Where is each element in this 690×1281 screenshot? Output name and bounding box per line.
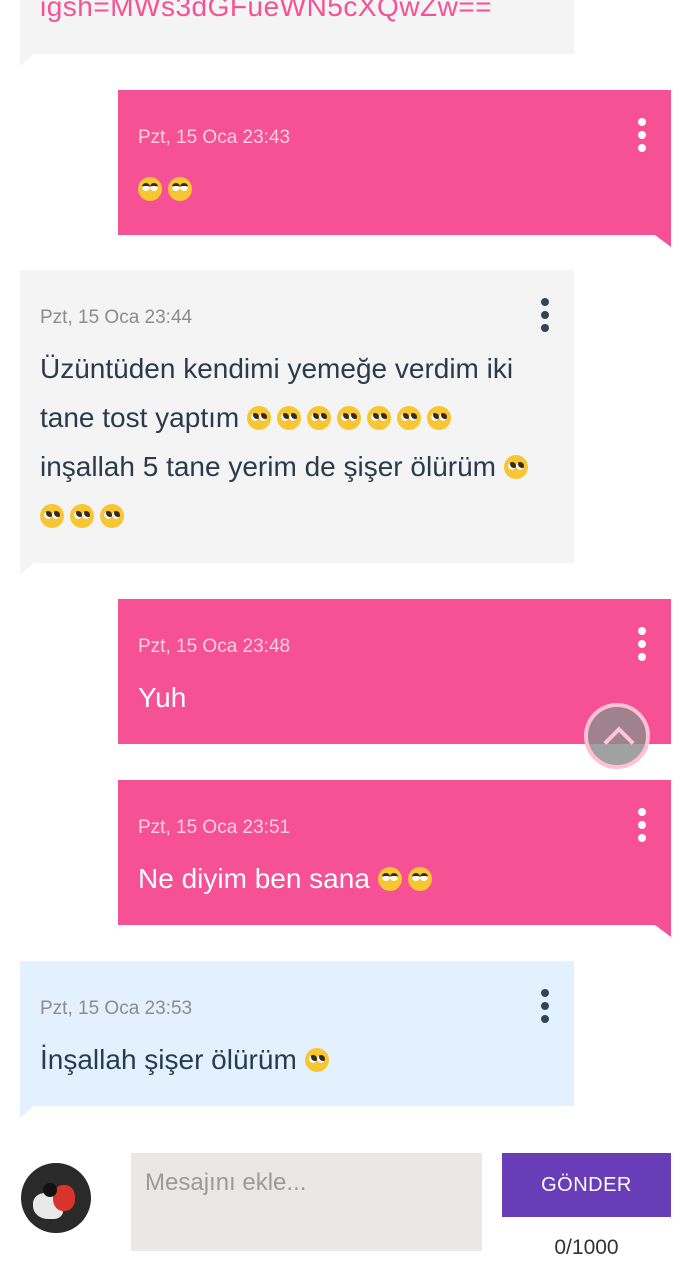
pleading-emoji-icon: [307, 406, 331, 430]
message-menu-icon[interactable]: [538, 989, 552, 1023]
message-input[interactable]: [131, 1153, 482, 1251]
pleading-emoji-icon: [397, 406, 421, 430]
message-text-line: Ne diyim ben sana: [138, 863, 370, 894]
message-menu-icon[interactable]: [538, 298, 552, 332]
character-counter: 0/1000: [554, 1236, 619, 1259]
message-text: [138, 164, 631, 213]
message-timestamp: Pzt, 15 Oca 23:48: [138, 636, 291, 657]
message-text: İnşallah şişer ölürüm: [40, 1035, 534, 1084]
message-timestamp: Pzt, 15 Oca 23:43: [138, 127, 291, 148]
message-menu-icon[interactable]: [635, 808, 649, 842]
pleading-emoji-icon: [304, 1048, 329, 1072]
message-text: Ne diyim ben sana: [138, 854, 631, 903]
message-text: Üzüntüden kendimi yemeğe verdim iki tane…: [40, 344, 534, 540]
pleading-emoji-icon: [427, 406, 451, 430]
message-timestamp: Pzt, 15 Oca 23:51: [138, 817, 291, 838]
bubble-tail: [20, 563, 34, 575]
pleading-emoji-icon: [337, 406, 361, 430]
pleading-emoji-icon: [40, 504, 64, 528]
bubble-tail: [655, 235, 671, 247]
message-menu-icon[interactable]: [635, 627, 649, 661]
message-text-line: İnşallah şişer ölürüm: [40, 1044, 297, 1075]
eyeroll-emoji-icon: [407, 867, 432, 891]
message-bubble-outgoing: Pzt, 15 Oca 23:51 Ne diyim ben sana: [118, 780, 671, 937]
bubble-tail: [20, 1106, 34, 1118]
pleading-emoji-icon: [503, 455, 528, 479]
chevron-up-icon: [603, 726, 635, 758]
pleading-emoji-icon: [277, 406, 301, 430]
user-avatar: [21, 1163, 91, 1233]
pleading-emoji-icon: [70, 504, 94, 528]
message-bubble-incoming-highlighted: Pzt, 15 Oca 23:53 İnşallah şişer ölürüm: [20, 961, 574, 1118]
bubble-tail: [20, 54, 34, 66]
message-bubble-incoming: Pzt, 15 Oca 23:44 Üzüntüden kendimi yeme…: [20, 270, 574, 575]
message-text: Yuh: [138, 682, 187, 713]
pleading-emoji-icon: [100, 504, 124, 528]
message-link-text[interactable]: igsh=MWs3dGFueWN5cXQwZw==: [40, 0, 492, 22]
message-text-line: inşallah 5 tane yerim de şişer ölürüm: [40, 451, 496, 482]
pleading-emoji-icon: [247, 406, 271, 430]
message-timestamp: Pzt, 15 Oca 23:44: [40, 307, 193, 328]
eyeroll-emoji-icon: [138, 177, 162, 201]
send-button[interactable]: GÖNDER: [502, 1153, 671, 1217]
message-timestamp: Pzt, 15 Oca 23:53: [40, 998, 193, 1019]
scroll-to-top-button[interactable]: [584, 703, 650, 769]
bubble-tail: [655, 925, 671, 937]
pleading-emoji-icon: [367, 406, 391, 430]
message-menu-icon[interactable]: [635, 118, 649, 152]
message-bubble-outgoing: Pzt, 15 Oca 23:43: [118, 90, 671, 247]
eyeroll-emoji-icon: [168, 177, 192, 201]
eyeroll-emoji-icon: [377, 867, 402, 891]
